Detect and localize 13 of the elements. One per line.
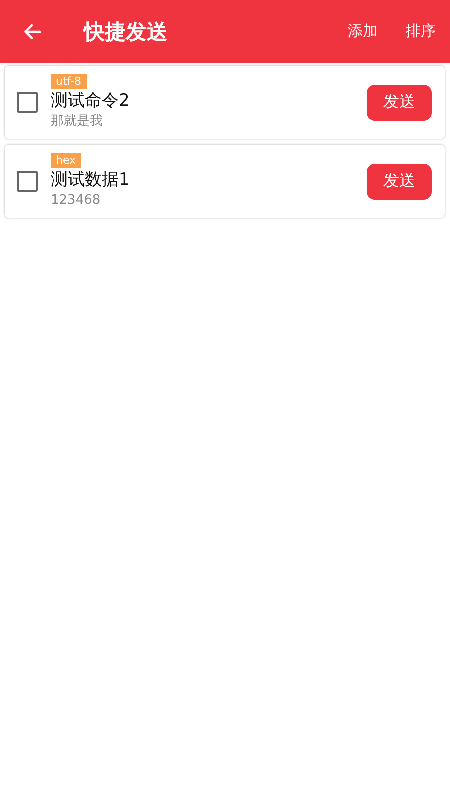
command-content: 那就是我 [51,113,103,131]
send-button[interactable]: 发送 [367,84,432,120]
toolbar-action[interactable]: 添加 [348,22,378,41]
command-content: 123468 [51,192,101,210]
page-title: 快捷发送 [84,18,169,46]
encoding-tag: utf-8 [51,74,87,89]
command-name: 测试数据1 [51,169,130,192]
checkbox[interactable] [17,171,38,192]
toolbar-action[interactable]: 排序 [406,22,436,41]
command-name: 测试命令2 [51,90,130,113]
send-button[interactable]: 发送 [367,164,432,200]
checkbox[interactable] [17,92,38,113]
encoding-tag: hex [51,153,82,168]
